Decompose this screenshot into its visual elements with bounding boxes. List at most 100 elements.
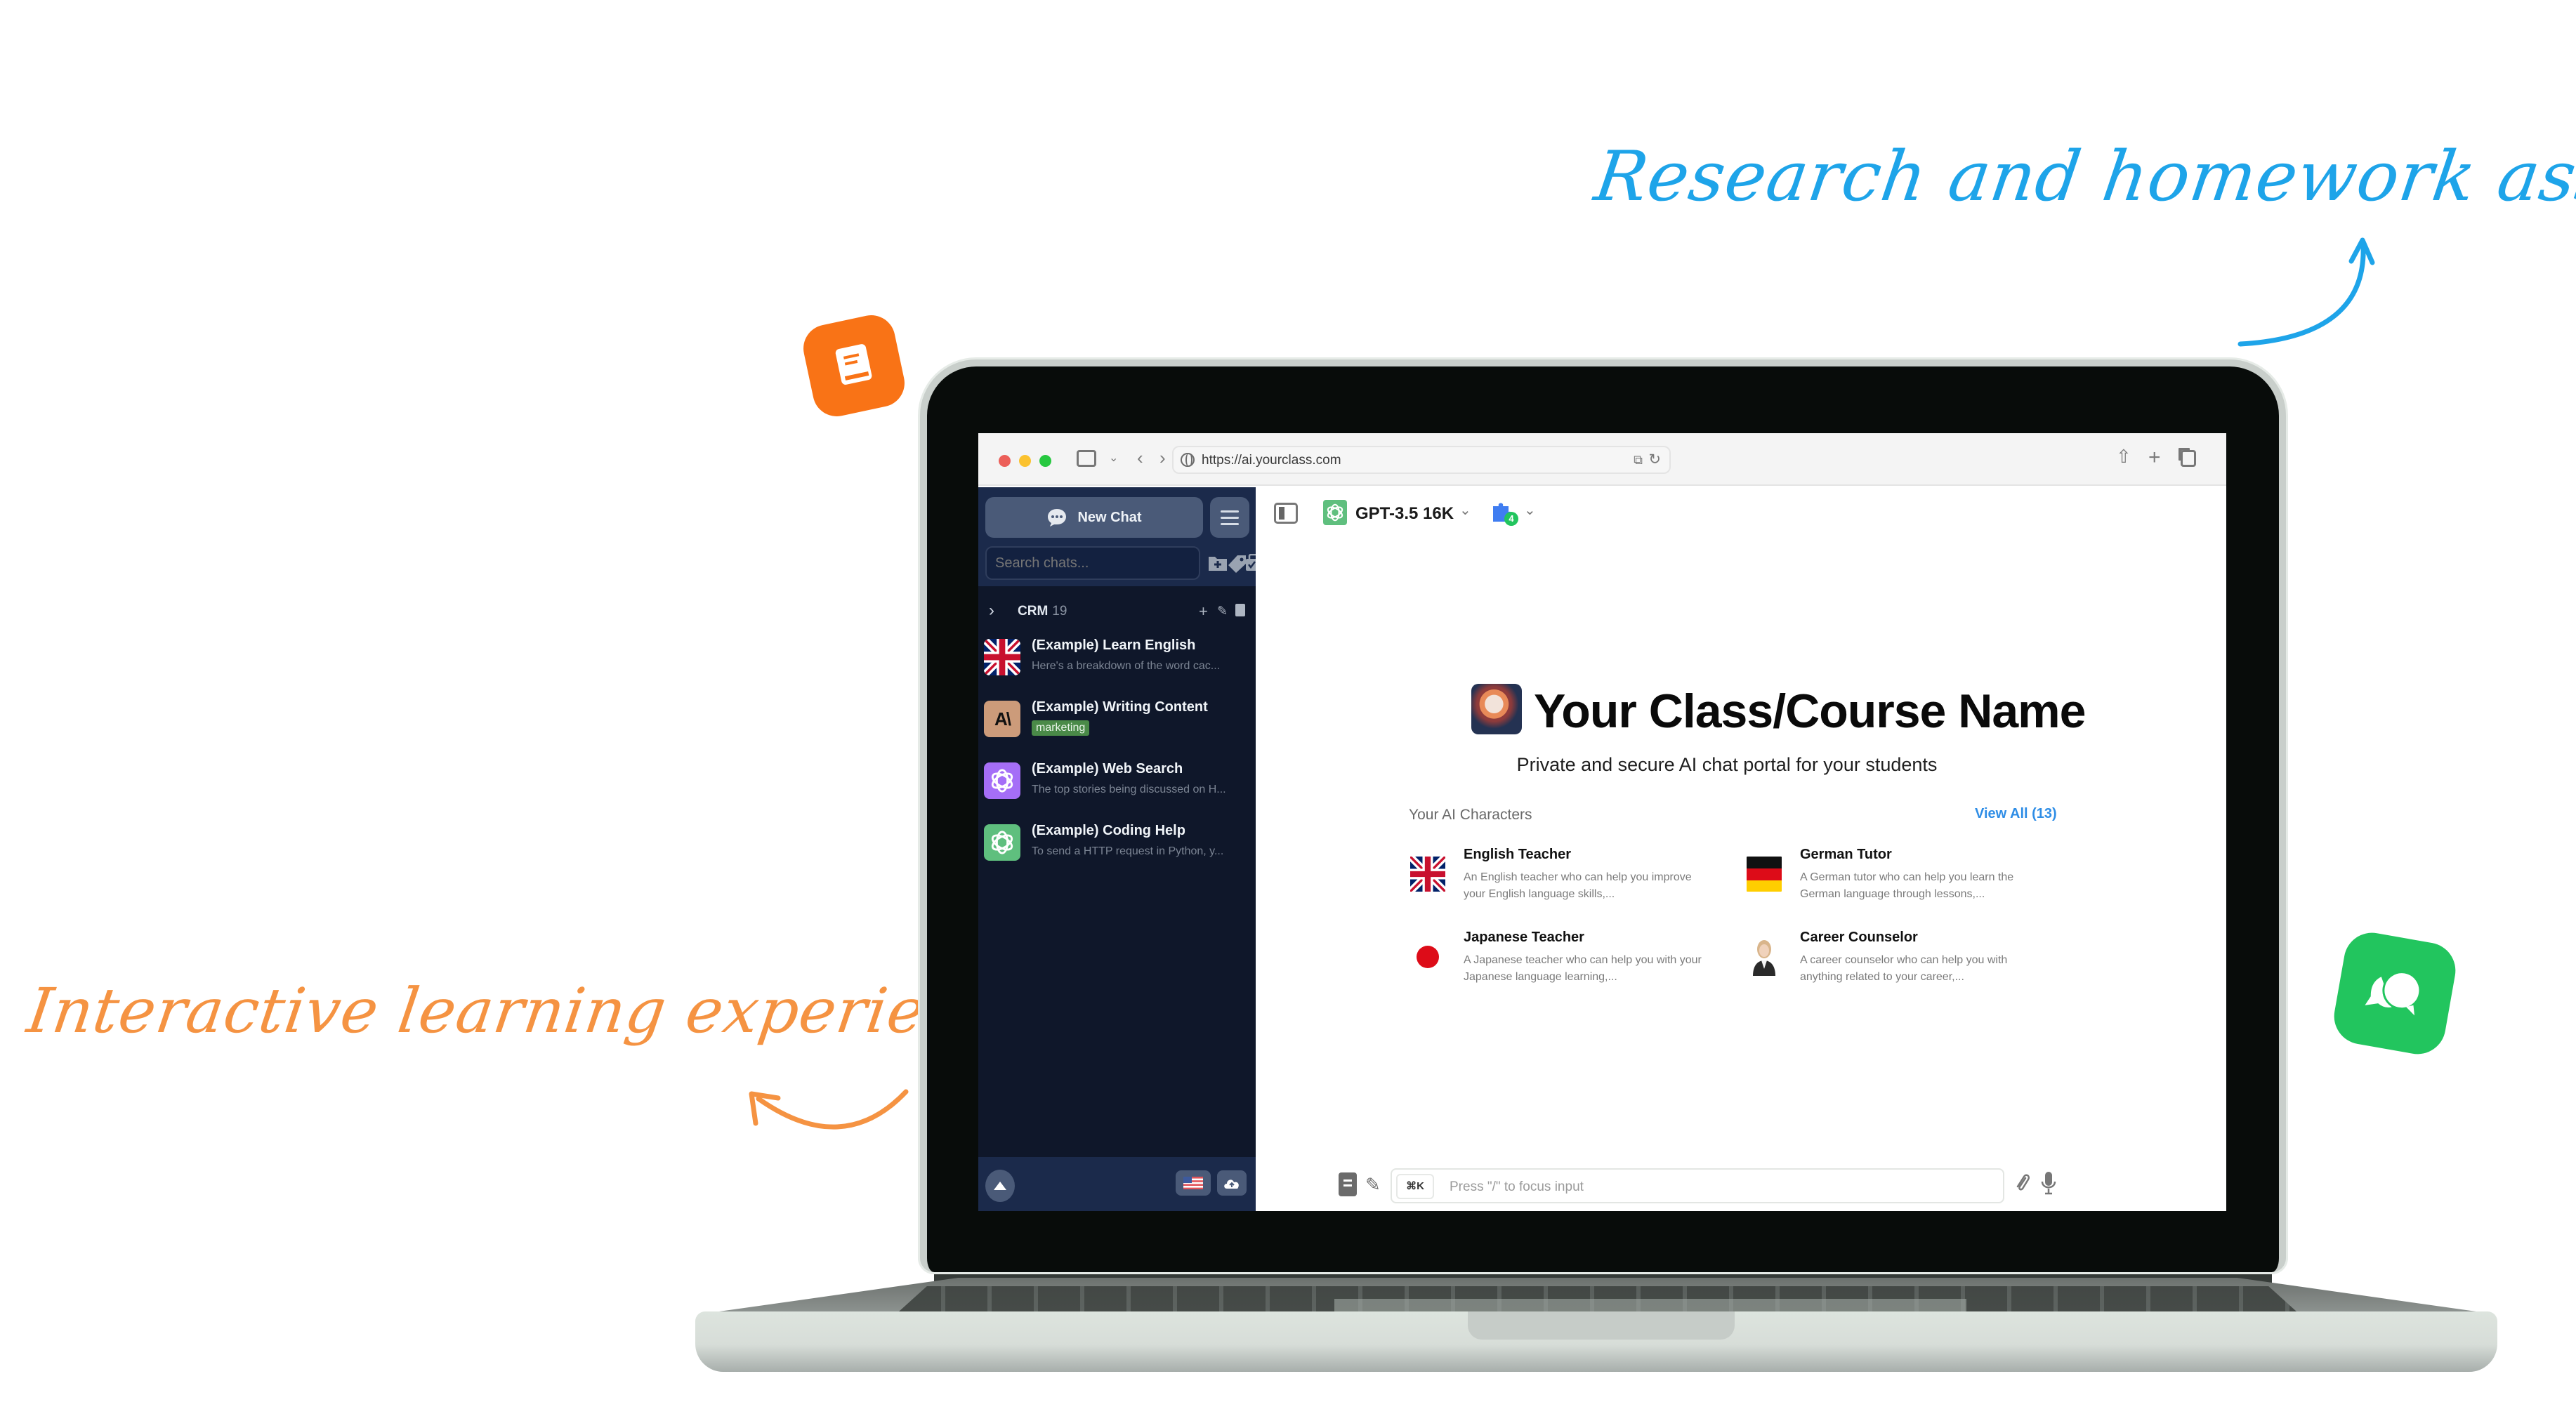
page-subtitle: Private and secure AI chat portal for yo… [1516,754,1938,775]
openai-logo-icon [984,762,1020,799]
sidebar-icon[interactable] [1077,450,1096,467]
chat-preview: The top stories being discussed on H... [1032,784,1226,795]
chevron-down-icon[interactable]: ⌄ [1109,453,1118,464]
new-tab-icon[interactable]: + [2148,447,2161,468]
triangle-up-icon [994,1182,1006,1190]
character-name: German Tutor [1800,847,1892,862]
character-description: An English teacher who can help you impr… [1464,871,1692,900]
germany-flag-icon [1745,855,1783,893]
folder-count: 19 [1052,604,1067,619]
characters-heading: Your AI Characters [1409,807,1532,823]
chevron-down-icon[interactable]: ⌄ [1524,501,1536,519]
chat-title: (Example) Learn English [1032,637,1196,653]
laptop-trackpad [1334,1299,1966,1313]
chat-list-item[interactable]: (Example) Learn English Here's a breakdo… [984,635,1251,684]
translate-icon[interactable]: ⧉ [1634,453,1643,468]
chat-list-item[interactable]: A\ (Example) Writing Content marketing [984,696,1251,746]
menu-line [1221,522,1239,525]
arrow-blue-icon [2237,237,2375,347]
sidebar-header: New Chat [978,487,1262,586]
address-bar[interactable]: https://ai.yourclass.com ⧉ ↻ [1172,446,1671,474]
edit-icon[interactable]: ✎ [1217,604,1228,619]
character-card[interactable]: Career Counselor A career counselor who … [1745,930,2068,1000]
new-chat-button[interactable]: New Chat [985,497,1203,538]
close-window-button[interactable] [999,455,1011,467]
share-icon[interactable]: ⇧ [2116,447,2131,465]
expand-up-button[interactable] [985,1170,1015,1202]
us-flag-icon [1183,1177,1203,1189]
chat-input-bar: ✎ ⌘K Press "/" to focus input [1339,1163,2216,1203]
browser-toolbar: ⌄ ‹ › https://ai.yourclass.com ⧉ ↻ ⇧ + [978,433,2226,486]
chevron-right-icon[interactable]: › [989,601,994,621]
uk-flag-icon [1409,855,1447,893]
folder-name-text: CRM [1018,604,1049,619]
chat-preview: To send a HTTP request in Python, y... [1032,845,1224,857]
character-name: English Teacher [1464,847,1572,862]
maximize-window-button[interactable] [1039,455,1051,467]
chat-title: (Example) Writing Content [1032,699,1208,715]
model-selector[interactable]: GPT-3.5 16K [1355,504,1454,524]
tabs-overview-icon[interactable] [2181,450,2196,467]
floating-book-badge [799,310,909,421]
plugin-count-badge: 4 [1504,512,1518,526]
japan-flag-icon [1409,938,1447,976]
chat-title: (Example) Coding Help [1032,823,1185,838]
chat-sidebar: New Chat › CRM19 + ✎ [978,487,1262,1211]
chat-bubbles-icon [2365,971,2421,1016]
url-text: https://ai.yourclass.com [1202,453,1341,468]
prompt-library-icon[interactable] [1339,1172,1357,1196]
character-card[interactable]: English Teacher An English teacher who c… [1409,847,1732,917]
annotation-research-homework: Research and homework assistance [1589,137,2576,217]
prompt-tag-icon[interactable]: ✎ [1365,1174,1381,1196]
microphone-icon[interactable] [2041,1171,2056,1195]
laptop-notch [1468,1311,1735,1340]
globe-icon [1181,453,1195,467]
plugins-button[interactable]: 4 [1490,499,1521,527]
course-logo [1471,684,1522,734]
main-panel: GPT-3.5 16K ⌄ 4 ⌄ Your Class/Course Name… [1256,487,2226,1211]
sidebar-footer [978,1157,1256,1211]
chat-input-placeholder: Press "/" to focus input [1450,1179,1584,1194]
character-name: Japanese Teacher [1464,930,1584,945]
forward-icon[interactable]: › [1159,449,1166,467]
book-icon [835,344,872,385]
arrow-orange-icon [749,1089,909,1130]
chat-input[interactable]: ⌘K Press "/" to focus input [1391,1168,2004,1203]
chat-list-item[interactable]: (Example) Web Search The top stories bei… [984,758,1251,807]
character-card[interactable]: German Tutor A German tutor who can help… [1745,847,2068,917]
new-folder-icon[interactable] [1207,554,1228,574]
chat-list-item[interactable]: (Example) Coding Help To send a HTTP req… [984,820,1251,869]
reload-icon[interactable]: ↻ [1648,451,1661,468]
person-avatar-icon [1745,938,1783,976]
openai-logo-icon [1323,500,1347,525]
trash-icon[interactable] [1235,604,1245,616]
new-chat-label: New Chat [1077,509,1142,525]
chevron-down-icon[interactable]: ⌄ [1459,501,1471,519]
paperclip-icon[interactable] [2014,1172,2031,1194]
cloud-sync-button[interactable] [1217,1170,1247,1196]
back-icon[interactable]: ‹ [1137,449,1143,467]
character-card[interactable]: Japanese Teacher A Japanese teacher who … [1409,930,1732,1000]
openai-logo-icon [984,824,1020,861]
view-all-link[interactable]: View All (13) [1975,806,2057,822]
chat-title: (Example) Web Search [1032,761,1183,776]
annotation-interactive-learning: Interactive learning experience [22,974,1044,1047]
language-button[interactable] [1176,1170,1211,1196]
floating-chat-badge [2329,928,2460,1059]
menu-line [1221,510,1239,513]
cloud-upload-icon [1224,1179,1239,1189]
menu-line [1221,516,1239,519]
minimize-window-button[interactable] [1019,455,1031,467]
folder-crm[interactable]: › CRM 19 + ✎ [978,598,1256,623]
toggle-sidebar-button[interactable] [1274,503,1298,524]
new-chat-group: New Chat [985,497,1249,538]
anthropic-logo-icon: A\ [984,701,1020,737]
character-description: A Japanese teacher who can help you with… [1464,954,1702,983]
folder-name: CRM 19 [1018,604,1067,619]
menu-button[interactable] [1210,497,1249,538]
command-k-shortcut[interactable]: ⌘K [1396,1174,1434,1199]
chat-tag[interactable]: marketing [1032,720,1090,736]
chat-preview: Here's a breakdown of the word cac... [1032,660,1221,672]
add-icon[interactable]: + [1199,602,1208,621]
search-chats-input[interactable] [985,546,1200,580]
